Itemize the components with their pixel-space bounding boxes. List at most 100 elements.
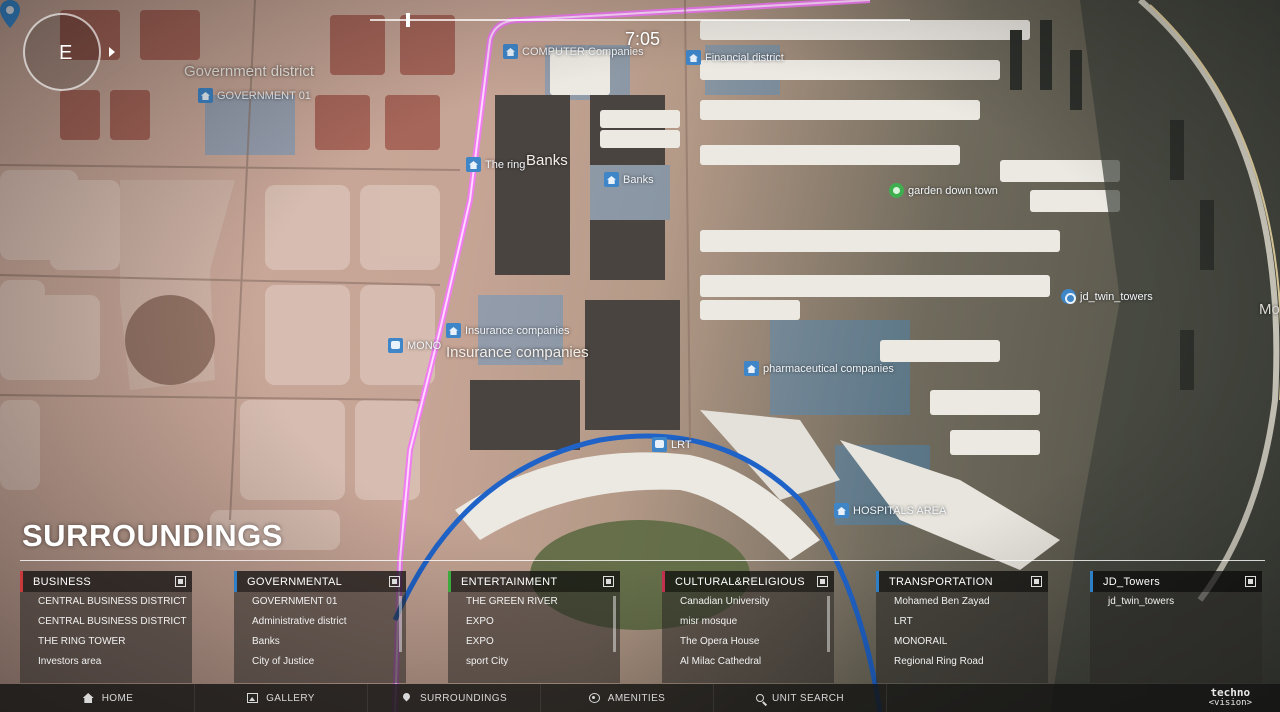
list-item[interactable]: Investors area — [20, 652, 192, 672]
category-entertainment: ENTERTAINMENT THE GREEN RIVER EXPO EXPO spor… — [448, 571, 620, 683]
list-item[interactable]: City of Justice — [234, 652, 406, 672]
map-label-the-ring[interactable]: The ring — [466, 157, 525, 172]
transit-pin-icon — [388, 338, 403, 353]
category-header[interactable]: CULTURAL&RELIGIOUS — [662, 571, 834, 592]
map-label-insurance-companies[interactable]: Insurance companies — [446, 323, 570, 338]
list-item[interactable]: EXPO — [448, 612, 620, 632]
list-item[interactable]: Regional Ring Road — [876, 652, 1048, 672]
map-label-monorail[interactable]: MONO — [388, 338, 441, 353]
category-governmental: GOVERNMENTAL GOVERNMENT 01 Administrative … — [234, 571, 406, 683]
brand-line-2: <vision> — [1208, 698, 1252, 708]
list-item[interactable]: Mohamed Ben Zayad — [876, 592, 1048, 612]
category-toggle-checkbox[interactable] — [1031, 576, 1042, 587]
compass-pointer-icon — [109, 47, 115, 57]
map-label-computer-companies[interactable]: COMPUTER Companies — [503, 44, 644, 59]
gallery-icon — [247, 693, 259, 703]
list-item[interactable]: sport City — [448, 652, 620, 672]
nav-home-label: HOME — [101, 692, 134, 704]
nav-surroundings[interactable]: SURROUNDINGS — [368, 684, 541, 712]
list-scrollbar[interactable] — [827, 596, 830, 652]
category-toggle-checkbox[interactable] — [1245, 576, 1256, 587]
nav-gallery-label: GALLERY — [266, 692, 315, 704]
list-item[interactable]: GOVERNMENT 01 — [234, 592, 406, 612]
list-item[interactable]: LRT — [876, 612, 1048, 632]
list-item[interactable]: Banks — [234, 632, 406, 652]
bottom-nav: HOME GALLERY SURROUNDINGS AMENITIES UNIT… — [0, 684, 1280, 712]
list-item[interactable]: CENTRAL BUSINESS DISTRICT — [20, 612, 192, 632]
category-toggle-checkbox[interactable] — [175, 576, 186, 587]
category-list[interactable]: GOVERNMENT 01 Administrative district Bank… — [234, 592, 406, 683]
time-readout: 7:05 — [625, 29, 661, 49]
category-title: ENTERTAINMENT — [461, 575, 558, 588]
map-label-financial-district[interactable]: Financial district — [686, 50, 784, 65]
list-item[interactable]: MONORAIL — [876, 632, 1048, 652]
category-cultural-religious: CULTURAL&RELIGIOUS Canadian University mis… — [662, 571, 834, 683]
map-label-government-01[interactable]: GOVERNMENT 01 — [198, 88, 311, 103]
transit-pin-icon — [652, 437, 667, 452]
list-item[interactable]: Administrative district — [234, 612, 406, 632]
category-list[interactable]: Canadian University misr mosque The Opera … — [662, 592, 834, 683]
category-header[interactable]: TRANSPORTATION — [876, 571, 1048, 592]
map-label-lrt[interactable]: LRT — [652, 437, 692, 452]
nav-unit-search-label: UNIT SEARCH — [771, 692, 844, 704]
list-scrollbar[interactable] — [613, 596, 616, 652]
map-label-banks[interactable]: Banks — [604, 172, 654, 187]
category-list[interactable]: THE GREEN RIVER EXPO EXPO sport City — [448, 592, 620, 683]
building-pin-icon — [686, 50, 701, 65]
nav-home[interactable]: HOME — [22, 684, 195, 712]
category-toggle-checkbox[interactable] — [603, 576, 614, 587]
time-slider-handle[interactable] — [406, 13, 410, 27]
time-of-day-slider[interactable] — [370, 19, 910, 21]
category-list[interactable]: Mohamed Ben Zayad LRT MONORAIL Regional Rin… — [876, 592, 1048, 683]
list-item[interactable]: The Opera House — [662, 632, 834, 652]
nav-unit-search[interactable]: UNIT SEARCH — [714, 684, 887, 712]
building-pin-icon — [604, 172, 619, 187]
category-header[interactable]: BUSINESS — [20, 571, 192, 592]
category-list[interactable]: jd_twin_towers — [1090, 592, 1262, 683]
nav-gallery[interactable]: GALLERY — [195, 684, 368, 712]
category-header[interactable]: ENTERTAINMENT — [448, 571, 620, 592]
compass[interactable]: E — [23, 13, 101, 91]
building-pin-icon — [503, 44, 518, 59]
list-item[interactable]: THE RING TOWER — [20, 632, 192, 652]
map-label-hospitals-area[interactable]: HOSPITALS AREA — [834, 503, 946, 518]
map-blocks-center — [470, 95, 680, 450]
list-item[interactable]: jd_twin_towers — [1090, 592, 1262, 612]
list-item[interactable]: THE GREEN RIVER — [448, 592, 620, 612]
category-toggle-checkbox[interactable] — [817, 576, 828, 587]
category-jd-towers: JD_Towers jd_twin_towers — [1090, 571, 1262, 683]
building-pin-icon — [744, 361, 759, 376]
pin-icon — [401, 693, 412, 703]
category-title: BUSINESS — [33, 575, 92, 588]
map-label-pharmaceutical[interactable]: pharmaceutical companies — [744, 361, 894, 376]
nav-surroundings-label: SURROUNDINGS — [419, 692, 508, 704]
map-label-government-district[interactable]: Government district — [184, 63, 314, 80]
nav-amenities[interactable]: AMENITIES — [541, 684, 714, 712]
building-pin-icon — [834, 503, 849, 518]
map-label-garden-down-town[interactable]: garden down town — [889, 183, 998, 198]
category-business: BUSINESS CENTRAL BUSINESS DISTRICT CENTRAL… — [20, 571, 192, 683]
building-pin-icon — [466, 157, 481, 172]
list-scrollbar[interactable] — [399, 596, 402, 652]
list-item[interactable]: CENTRAL BUSINESS DISTRICT — [20, 592, 192, 612]
category-title: CULTURAL&RELIGIOUS — [675, 575, 805, 588]
surroundings-title: SURROUNDINGS — [22, 518, 283, 553]
map-label-banks-title[interactable]: Banks — [526, 152, 568, 169]
list-item[interactable]: EXPO — [448, 632, 620, 652]
garden-pin-icon — [889, 183, 904, 198]
category-title: GOVERNMENTAL — [247, 575, 343, 588]
map-label-mo[interactable]: Mo — [1259, 301, 1280, 318]
category-toggle-checkbox[interactable] — [389, 576, 400, 587]
category-header[interactable]: JD_Towers — [1090, 571, 1262, 592]
location-marker-icon[interactable] — [0, 0, 20, 28]
brand-logo: techno <vision> — [1208, 686, 1252, 708]
map-label-jd-twin-towers[interactable]: jd_twin_towers — [1061, 289, 1153, 304]
list-item[interactable]: Al Milac Cathedral — [662, 652, 834, 672]
category-title: TRANSPORTATION — [889, 575, 993, 588]
category-list[interactable]: CENTRAL BUSINESS DISTRICT CENTRAL BUSINES… — [20, 592, 192, 683]
list-item[interactable]: misr mosque — [662, 612, 834, 632]
list-item[interactable]: Canadian University — [662, 592, 834, 612]
category-header[interactable]: GOVERNMENTAL — [234, 571, 406, 592]
map-label-insurance-title[interactable]: Insurance companies — [446, 344, 589, 361]
brand-line-1: techno — [1210, 686, 1251, 699]
